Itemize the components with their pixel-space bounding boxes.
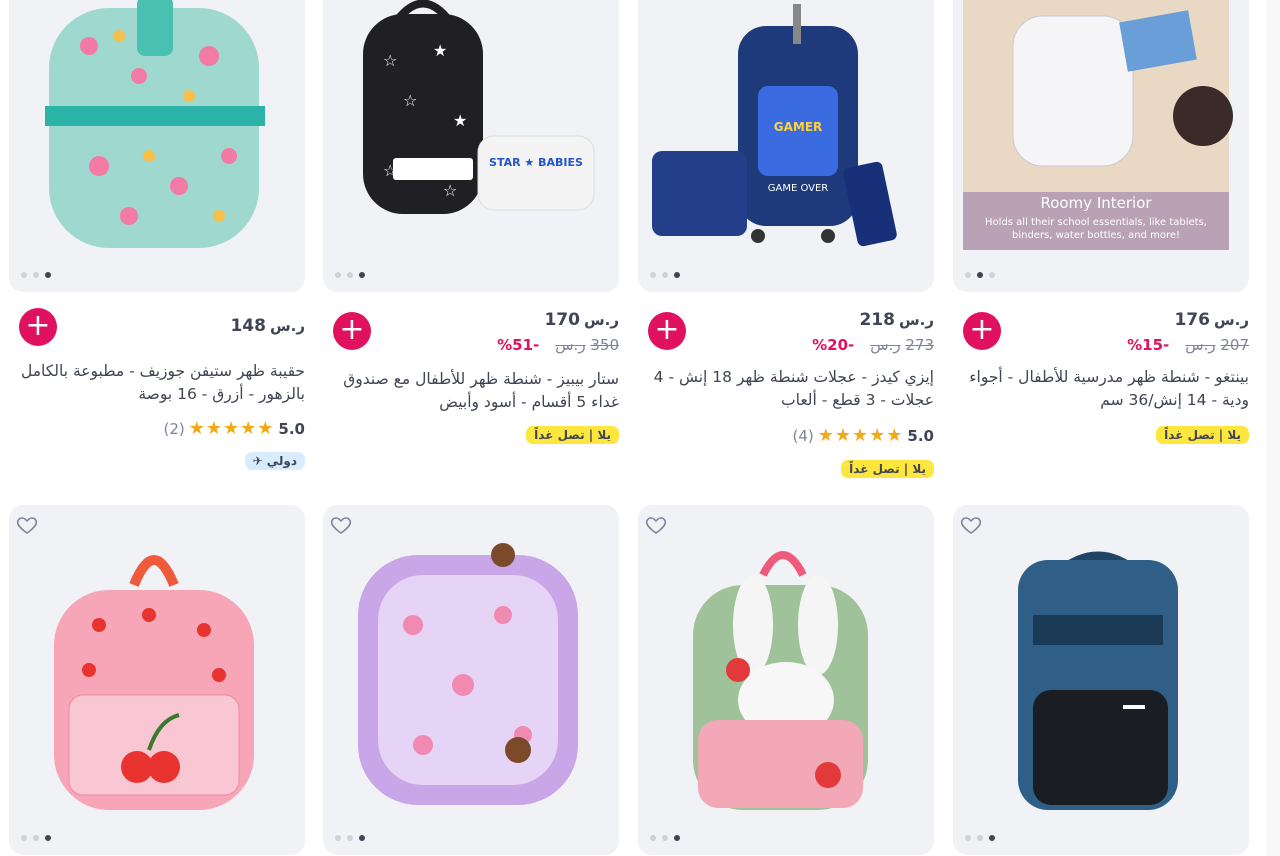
price: ر.س218: [859, 310, 934, 330]
heart-icon[interactable]: [644, 513, 668, 537]
svg-text:★: ★: [453, 111, 467, 130]
price: ر.س176: [1174, 310, 1249, 330]
gamer-set-image: GAMER GAME OVER: [652, 4, 897, 247]
old-price-line: 273 ر.س-20%: [812, 336, 934, 354]
svg-text:☆: ☆: [403, 91, 417, 110]
product-title[interactable]: إيزي كيدز - عجلات شنطة ظهر 18 إنش - 4 عج…: [644, 366, 934, 412]
image-heading: Roomy Interior: [1040, 194, 1152, 212]
rating: 5.0 ★★★★★ (2): [163, 418, 305, 439]
carousel-dots[interactable]: [335, 272, 365, 278]
princess-backpack-image: [358, 543, 578, 805]
express-delivery-badge: يلا | تصل غداً: [841, 460, 934, 478]
svg-text:GAMER: GAMER: [774, 120, 823, 134]
svg-text:GAME OVER: GAME OVER: [768, 183, 829, 194]
carousel-dots[interactable]: [335, 835, 365, 841]
old-price-line: 350 ر.س-51%: [497, 336, 619, 354]
heart-icon[interactable]: [329, 513, 353, 537]
add-to-cart-button[interactable]: +: [333, 312, 371, 350]
carousel-dots[interactable]: [965, 272, 995, 278]
riyal-icon: ر.س: [1213, 311, 1249, 329]
add-to-cart-button[interactable]: +: [648, 312, 686, 350]
product-title[interactable]: ستار بيبيز - شنطة ظهر للأطفال مع صندوق غ…: [329, 368, 619, 414]
image-caption: Holds all their school essentials, like …: [985, 217, 1207, 241]
carousel-dots[interactable]: [965, 835, 995, 841]
product-image[interactable]: Roomy Interior Holds all their school es…: [953, 0, 1249, 292]
carousel-dots[interactable]: [21, 272, 51, 278]
product-image[interactable]: [9, 505, 305, 855]
floral-backpack-image: [45, 0, 265, 248]
product-title[interactable]: حقيبة ظهر ستيفن جوزيف - مطبوعة بالكامل ب…: [15, 360, 305, 406]
product-image[interactable]: [638, 505, 934, 855]
price: ر.س148: [230, 316, 305, 336]
cherry-backpack-image: [54, 555, 254, 810]
old-price-line: 207 ر.س-15%: [1127, 336, 1249, 354]
heart-icon[interactable]: [959, 513, 983, 537]
add-to-cart-button[interactable]: +: [963, 312, 1001, 350]
add-to-cart-button[interactable]: +: [19, 308, 57, 346]
riyal-icon: ر.س: [583, 311, 619, 329]
bunny-backpack-image: [693, 551, 868, 810]
svg-text:STAR ★ BABIES: STAR ★ BABIES: [489, 156, 583, 169]
product-image[interactable]: GAMER GAME OVER: [638, 0, 934, 292]
international-badge: دولي ✈: [244, 452, 305, 470]
star-rating-icon: ★★★★★: [188, 418, 275, 439]
star-babies-image: ☆★☆★☆☆ STAR ★ BABIES: [363, 0, 595, 214]
rating: 5.0 ★★★★★ (4): [792, 425, 934, 446]
carousel-dots[interactable]: [650, 835, 680, 841]
carousel-dots[interactable]: [650, 272, 680, 278]
star-rating-icon: ★★★★★: [817, 425, 904, 446]
scrollbar[interactable]: [1266, 0, 1280, 856]
carousel-dots[interactable]: [21, 835, 51, 841]
heart-icon[interactable]: [15, 513, 39, 537]
product-image[interactable]: [953, 505, 1249, 855]
product-image[interactable]: ☆ ★ ☆ ★ ☆ ☆ STAR ★ BABIES: [323, 0, 619, 292]
navy-backpack-image: [1018, 551, 1178, 810]
product-image[interactable]: [323, 505, 619, 855]
express-delivery-badge: يلا | تصل غداً: [1156, 426, 1249, 444]
price: ر.س170: [544, 310, 619, 330]
svg-text:☆: ☆: [443, 181, 457, 200]
roomy-interior-image: [963, 0, 1233, 250]
riyal-icon: ر.س: [269, 317, 305, 335]
svg-text:★: ★: [433, 41, 447, 60]
product-title[interactable]: بينتغو - شنطة ظهر مدرسية للأطفال - أجواء…: [959, 366, 1249, 412]
svg-text:☆: ☆: [383, 51, 397, 70]
express-delivery-badge: يلا | تصل غداً: [526, 426, 619, 444]
airplane-icon: ✈: [252, 454, 263, 468]
riyal-icon: ر.س: [898, 311, 934, 329]
product-image[interactable]: [9, 0, 305, 292]
